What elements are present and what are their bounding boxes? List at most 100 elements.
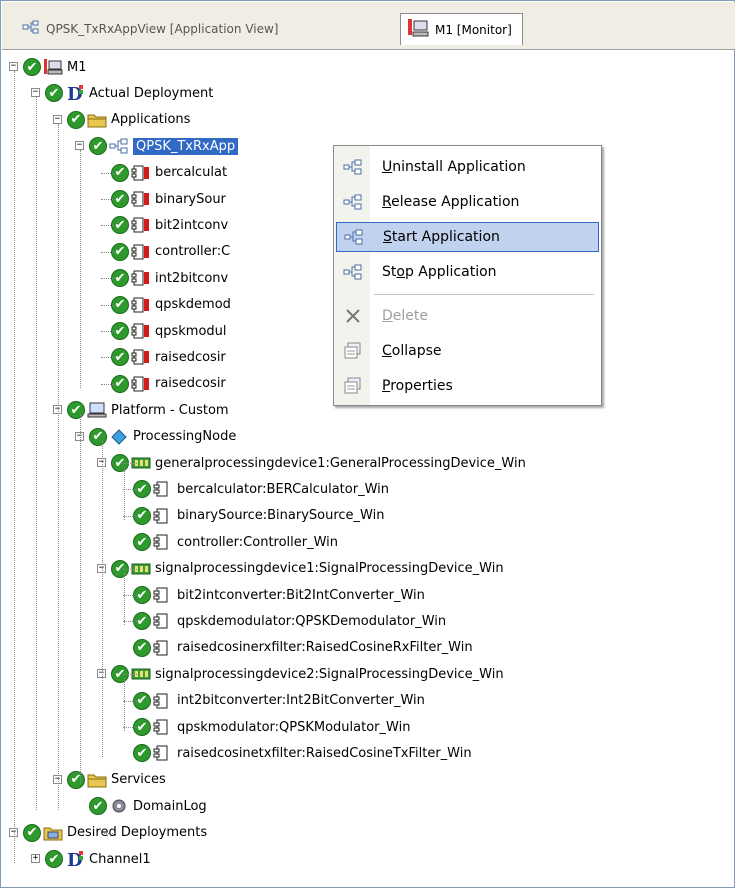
component-icon [153, 639, 173, 657]
tree-node-app-component[interactable]: ✔ qpskdemod [111, 292, 231, 318]
tree-connector-line [101, 440, 103, 758]
tree-node-m1[interactable]: ✔ M1 [23, 54, 87, 80]
tree-node-device[interactable]: ✔ signalprocessingdevice2:SignalProcessin… [111, 661, 504, 687]
tree-node-label: bercalculat [155, 165, 228, 181]
context-menu-item[interactable]: Collapse [336, 336, 599, 366]
menu-accelerator-key: P [382, 378, 391, 394]
tree-connector-line [123, 727, 137, 728]
tree-node-label: Actual Deployment [89, 85, 214, 101]
menu-item-label: Stop Application [382, 264, 497, 280]
tree-node-device-component[interactable]: ✔ qpskdemodulator:QPSKDemodulator_Win [133, 608, 446, 634]
tree-node-device-component[interactable]: ✔ controller:Controller_Win [133, 529, 338, 555]
menu-label-suffix: elease Application [391, 194, 520, 210]
menu-label-suffix: elete [392, 308, 428, 324]
collapse-toggle[interactable]: − [9, 62, 18, 71]
tree-node-app-component[interactable]: ✔raisedcosirin [111, 371, 421, 397]
status-ok-icon: ✔ [23, 823, 41, 842]
tree-node-label: raisedcosir [155, 376, 226, 392]
tree-node-label: qpskdemod [155, 297, 231, 313]
tree-node-label: raisedcosir [155, 349, 226, 365]
tree-node-app-component[interactable]: ✔ qpskmodul [111, 318, 227, 344]
tree-connector-line [123, 467, 125, 520]
properties-icon [336, 377, 370, 395]
tree-node-app-component[interactable]: ✔raisedcosirWin [111, 344, 425, 370]
tree-node-device-component[interactable]: ✔ bit2intconverter:Bit2IntConverter_Win [133, 582, 425, 608]
tree-node-app-component[interactable]: ✔ controller:C [111, 239, 230, 265]
delete-icon [336, 307, 370, 325]
tree-node-app-component[interactable]: ✔ bit2intconv [111, 212, 228, 238]
deployment-icon: D [65, 850, 85, 868]
folder-icon [87, 111, 107, 129]
context-menu-item[interactable]: Delete [336, 301, 599, 331]
context-menu-item[interactable]: Properties [336, 371, 599, 401]
collapse-toggle[interactable]: − [53, 114, 62, 124]
tree-node-processing-node[interactable]: ✔ ProcessingNode [89, 424, 236, 450]
tree-node-actual-deployment[interactable]: ✔ D Actual Deployment [45, 80, 213, 106]
tree-connector-line [101, 278, 115, 280]
menu-item-label: Delete [382, 308, 428, 324]
tree-node-app-component[interactable]: ✔ int2bitconv [111, 265, 228, 291]
tree-node-qpsk-app[interactable]: ✔ QPSK_TxRxApp [89, 133, 239, 159]
tree-node-label: qpskmodulator:QPSKModulator_Win [177, 719, 411, 735]
status-ok-icon: ✔ [89, 797, 107, 816]
tree-node-domain-log[interactable]: ✔ DomainLog [89, 793, 207, 819]
menu-accelerator-key: R [382, 194, 392, 210]
tree-connector-line [101, 172, 115, 174]
collapse-icon [336, 342, 370, 360]
status-ok-icon: ✔ [133, 533, 151, 552]
tree-connector-line [123, 572, 125, 626]
tree-node-label: QPSK_TxRxApp [133, 137, 239, 155]
tree-connector-line [101, 199, 115, 200]
menu-label-suffix: ninstall Application [392, 159, 526, 175]
tab-application-view[interactable]: QPSK_TxRxAppView [Application View] [22, 16, 278, 41]
component-red-icon [131, 296, 151, 314]
tree-node-device[interactable]: ✔ generalprocessingdevice1:GeneralProcess… [111, 450, 526, 476]
tab-monitor[interactable]: M1 [Monitor] [400, 13, 523, 45]
tree-connector-line [123, 489, 137, 491]
tree-node-label: bit2intconverter:Bit2IntConverter_Win [177, 587, 425, 603]
menu-separator [374, 294, 594, 295]
tree-connector-line [101, 357, 115, 359]
tree-node-label: bercalculator:BERCalculator_Win [177, 481, 389, 497]
tree-node-app-component[interactable]: ✔ binarySour [111, 186, 226, 212]
status-ok-icon: ✔ [23, 58, 41, 76]
context-menu-item[interactable]: Uninstall Application [336, 152, 599, 182]
tree-node-app-component[interactable]: ✔ bercalculat [111, 160, 227, 186]
deployment-icon: D [65, 84, 85, 102]
tree-node-label: int2bitconverter:Int2BitConverter_Win [177, 693, 425, 709]
component-red-icon [131, 216, 151, 234]
collapse-toggle[interactable]: − [75, 141, 84, 151]
tree-node-device-component[interactable]: ✔ qpskmodulator:QPSKModulator_Win [133, 714, 410, 740]
status-ok-icon: ✔ [89, 427, 107, 446]
tree-node-label: raisedcosinetxfilter:RaisedCosineTxFilte… [177, 745, 472, 761]
tree-node-device-component[interactable]: ✔ bercalculator:BERCalculator_Win [133, 476, 389, 502]
menu-accelerator-key: S [383, 229, 392, 245]
tree-node-device-component[interactable]: ✔ raisedcosinerxfilter:RaisedCosineRxFilt… [133, 635, 473, 661]
component-icon [153, 480, 173, 498]
component-icon [153, 718, 173, 736]
component-red-icon [131, 243, 151, 261]
component-icon [153, 692, 173, 710]
context-menu-item[interactable]: Start Application [336, 222, 599, 252]
tree-connector-line [101, 331, 115, 332]
menu-accelerator-key: U [382, 159, 393, 175]
tree-node-label: int2bitconv [155, 270, 229, 286]
collapse-toggle[interactable]: − [31, 88, 40, 98]
tree-node-channel1[interactable]: ✔ D Channel1 [45, 846, 151, 872]
tree-node-desired-deployments[interactable]: ✔ Desired Deployments [23, 820, 207, 846]
tree-node-applications[interactable]: ✔ Applications [67, 107, 190, 133]
tree-connector-line [101, 832, 115, 834]
menu-item-label: Collapse [382, 343, 442, 359]
tree-node-device-component[interactable]: ✔ int2bitconverter:Int2BitConverter_Win [133, 688, 425, 714]
tree-connector-line [123, 463, 137, 464]
tree-node-services[interactable]: ✔ Services [67, 767, 166, 793]
expand-toggle[interactable]: + [31, 854, 40, 863]
context-menu-item[interactable]: Release Application [336, 187, 599, 217]
tree-node-device-component[interactable]: ✔ binarySource:BinarySource_Win [133, 503, 384, 529]
tree-node-device[interactable]: ✔ signalprocessingdevice1:SignalProcessin… [111, 556, 504, 582]
tab-label: M1 [Monitor] [435, 22, 512, 37]
tree-node-platform[interactable]: ✔ Platform - Custom [67, 397, 229, 423]
context-menu-item[interactable]: Stop Application [336, 257, 599, 287]
tree-connector-line [13, 71, 15, 863]
tree-node-device-component[interactable]: ✔ raisedcosinetxfilter:RaisedCosineTxFilt… [133, 740, 472, 766]
